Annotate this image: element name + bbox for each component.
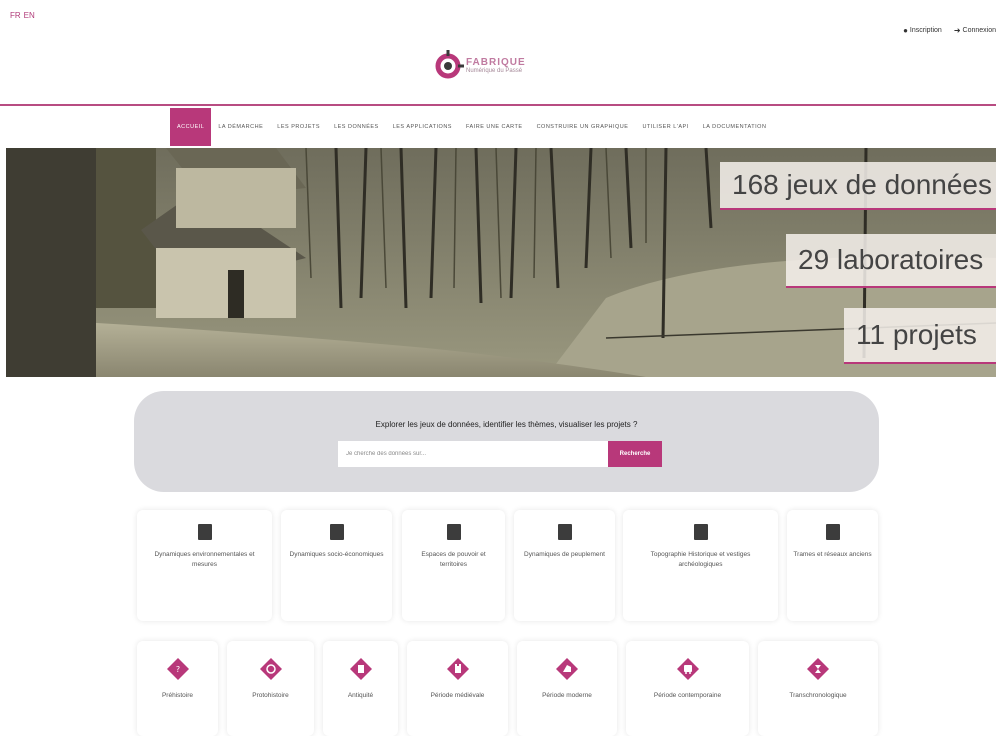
period-card-antiquity[interactable]: Antiquité [323, 641, 398, 736]
hero-banner: 168 jeux de données 29 laboratoires 11 p… [6, 148, 996, 377]
nav-item-applications[interactable]: LES APPLICATIONS [386, 108, 459, 146]
protohistory-icon [259, 657, 283, 681]
nav-item-demarche[interactable]: LA DÉMARCHE [211, 108, 270, 146]
contemporary-icon [676, 657, 700, 681]
stat-projects[interactable]: 11 projets [844, 308, 996, 364]
search-title: Explorer les jeux de données, identifier… [375, 420, 638, 429]
login-label: Connexion [962, 27, 996, 34]
theme-card-networks[interactable]: Trames et réseaux anciens [787, 510, 878, 621]
theme-card-population[interactable]: Dynamiques de peuplement [514, 510, 615, 621]
theme-label: Topographie Historique et vestiges arché… [650, 551, 751, 569]
svg-text:?: ? [175, 665, 179, 674]
theme-card-socio-economic[interactable]: Dynamiques socio-économiques [281, 510, 392, 621]
signup-label: Inscription [909, 27, 942, 34]
population-icon [557, 524, 572, 540]
period-card-protohistory[interactable]: Protohistoire [227, 641, 314, 736]
search-section: Explorer les jeux de données, identifier… [134, 391, 879, 492]
nav-item-carte[interactable]: FAIRE UNE CARTE [459, 108, 530, 146]
theme-label: Dynamiques socio-économiques [289, 551, 384, 558]
period-card-modern[interactable]: Période moderne [517, 641, 617, 736]
theme-label: Dynamiques de peuplement [524, 551, 605, 558]
user-icon: ● [903, 26, 908, 35]
theme-label: Dynamiques environnementales et mesures [154, 551, 255, 569]
period-card-medieval[interactable]: Période médiévale [407, 641, 508, 736]
territory-icon [446, 524, 461, 540]
chart-icon [329, 524, 344, 540]
logo-mark-icon [432, 50, 464, 82]
modern-icon [555, 657, 579, 681]
stat-laboratories[interactable]: 29 laboratoires [786, 234, 996, 288]
stat-datasets[interactable]: 168 jeux de données [720, 162, 996, 210]
logo-title: FABRIQUE [466, 57, 526, 68]
main-nav: ACCUEIL LA DÉMARCHE LES PROJETS LES DONN… [170, 108, 773, 146]
login-link[interactable]: ➜ Connexion [954, 26, 996, 35]
login-icon: ➜ [953, 26, 961, 35]
logo-subtitle: Numérique du Passé [466, 68, 523, 74]
period-label: Protohistoire [252, 692, 289, 699]
signup-link[interactable]: ● Inscription [903, 26, 942, 35]
period-label: Période médiévale [430, 692, 485, 699]
period-label: Transchronologique [789, 692, 847, 699]
lang-en-link[interactable]: EN [24, 11, 35, 20]
theme-label: Trames et réseaux anciens [793, 551, 872, 558]
network-icon [825, 524, 840, 540]
period-label: Période contemporaine [653, 692, 722, 699]
nav-item-documentation[interactable]: LA DOCUMENTATION [696, 108, 774, 146]
theme-card-topography[interactable]: Topographie Historique et vestiges arché… [623, 510, 778, 621]
landscape-icon [197, 524, 212, 540]
nav-item-accueil[interactable]: ACCUEIL [170, 108, 212, 146]
period-card-prehistory[interactable]: ? Préhistoire [137, 641, 218, 736]
medieval-icon [446, 657, 470, 681]
antiquity-icon [349, 657, 373, 681]
nav-item-projets[interactable]: LES PROJETS [270, 108, 327, 146]
period-card-transchronological[interactable]: Transchronologique [758, 641, 878, 736]
nav-item-graphique[interactable]: CONSTRUIRE UN GRAPHIQUE [530, 108, 636, 146]
period-label: Préhistoire [161, 692, 194, 699]
period-card-contemporary[interactable]: Période contemporaine [626, 641, 749, 736]
search-form: Recherche [338, 441, 662, 467]
theme-label: Espaces de pouvoir et territoires [421, 551, 486, 569]
nav-item-donnees[interactable]: LES DONNÉES [327, 108, 386, 146]
nav-item-api[interactable]: UTILISER L'API [635, 108, 695, 146]
topography-icon [693, 524, 708, 540]
search-button[interactable]: Recherche [608, 441, 662, 467]
period-label: Période moderne [542, 692, 592, 699]
transchronological-icon [806, 657, 830, 681]
header-divider [0, 104, 996, 106]
auth-links: ● Inscription ➜ Connexion [903, 26, 996, 35]
search-input[interactable] [338, 441, 608, 467]
site-logo[interactable]: FABRIQUE Numérique du Passé [432, 50, 526, 82]
prehistory-icon: ? [166, 657, 190, 681]
theme-card-environment[interactable]: Dynamiques environnementales et mesures [137, 510, 272, 621]
language-switch: FR EN [10, 11, 38, 20]
lang-fr-link[interactable]: FR [10, 11, 21, 20]
period-label: Antiquité [347, 692, 374, 699]
theme-card-territories[interactable]: Espaces de pouvoir et territoires [402, 510, 505, 621]
